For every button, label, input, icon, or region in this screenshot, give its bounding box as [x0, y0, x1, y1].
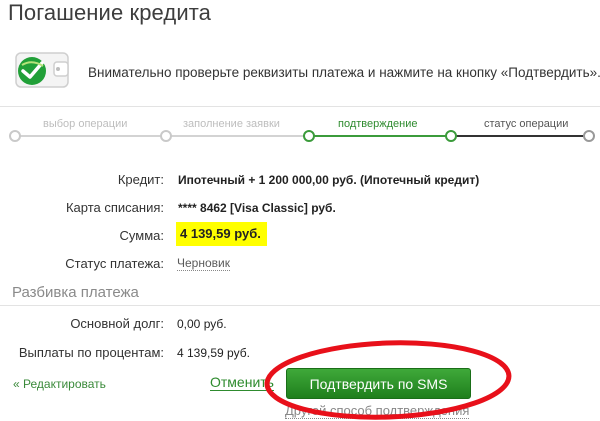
- card-label: Карта списания:: [65, 200, 164, 215]
- step-dot-4: [445, 130, 457, 142]
- breakdown-title: Разбивка платежа: [12, 284, 139, 301]
- principal-label: Основной долг:: [70, 316, 164, 331]
- amount-label: Сумма:: [119, 228, 164, 243]
- section-divider: [0, 305, 600, 306]
- step-dot-3: [303, 130, 315, 142]
- amount-value: 4 139,59 руб.: [180, 226, 261, 241]
- page-title: Погашение кредита: [8, 0, 211, 25]
- status-value-link[interactable]: Черновик: [177, 256, 230, 271]
- credit-label: Кредит:: [117, 172, 164, 187]
- step-dot-2: [160, 130, 172, 142]
- card-value: **** 8462 [Visa Classic] руб.: [178, 201, 336, 215]
- step-line-current: [308, 135, 450, 137]
- cancel-link[interactable]: Отменить: [210, 375, 274, 391]
- step-progress: выбор операции заполнение заявки подтвер…: [0, 116, 600, 146]
- step-label-select: выбор операции: [43, 118, 128, 130]
- status-label: Статус платежа:: [65, 256, 164, 271]
- interest-value: 4 139,59 руб.: [177, 346, 250, 360]
- step-label-status: статус операции: [484, 118, 569, 130]
- step-line-pending: [450, 135, 590, 137]
- interest-label: Выплаты по процентам:: [18, 345, 164, 360]
- step-label-fill: заполнение заявки: [183, 118, 280, 130]
- credit-value: Ипотечный + 1 200 000,00 руб. (Ипотечный…: [178, 173, 480, 187]
- info-banner: Внимательно проверьте реквизиты платежа …: [0, 40, 600, 107]
- wallet-logo-icon: [15, 52, 69, 88]
- edit-link[interactable]: « Редактировать: [13, 377, 106, 391]
- principal-value: 0,00 руб.: [177, 317, 227, 331]
- info-text: Внимательно проверьте реквизиты платежа …: [88, 65, 600, 80]
- step-label-confirm: подтверждение: [338, 118, 418, 130]
- other-method-link[interactable]: Другой способ подтверждения: [285, 404, 470, 419]
- step-dot-5: [583, 130, 595, 142]
- step-dot-1: [9, 130, 21, 142]
- confirm-sms-button[interactable]: Подтвердить по SMS: [286, 368, 471, 399]
